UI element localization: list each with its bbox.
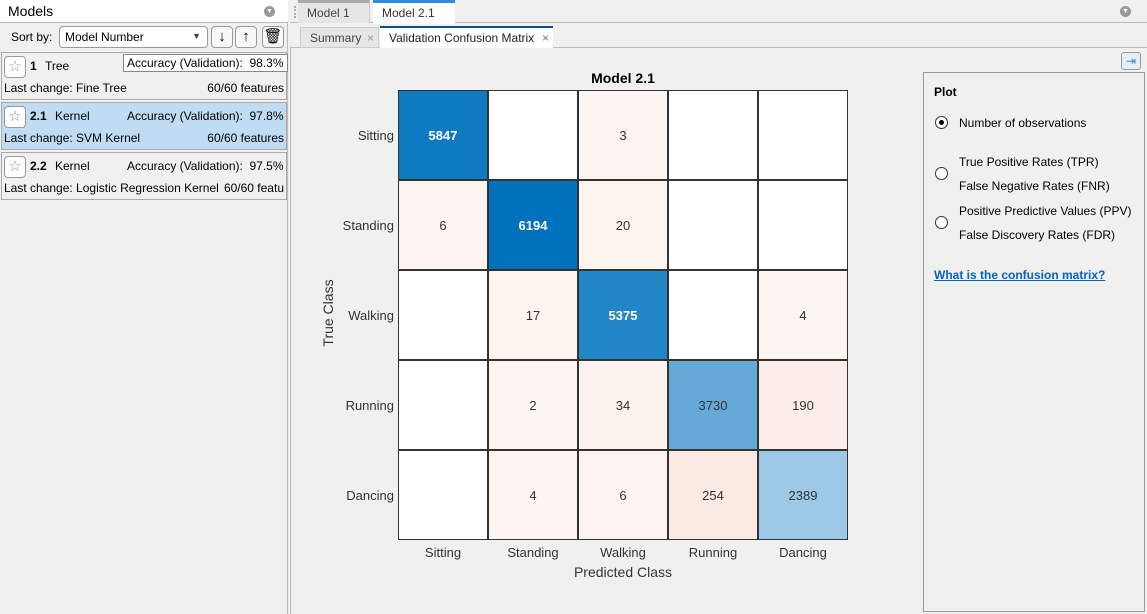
y-axis-label: True Class — [320, 279, 336, 347]
model-type: Tree — [45, 59, 70, 73]
tab-summary[interactable]: Summary × — [300, 27, 379, 48]
matrix-cell: 5847 — [398, 90, 488, 180]
model-last-change: Last change: Logistic Regression Kernel — [4, 181, 219, 195]
x-tick-label: Running — [688, 545, 738, 560]
model-last-change: Last change: SVM Kernel — [4, 131, 141, 145]
plot-options-panel: Plot Number of observations True Positive… — [923, 72, 1145, 612]
y-tick-label: Running — [345, 398, 394, 413]
matrix-cell: 3730 — [668, 360, 758, 450]
document-tabs: Model 1 Model 2.1 ▼ — [290, 0, 1147, 24]
x-tick-label: Dancing — [779, 545, 827, 560]
matrix-cell: 4 — [488, 450, 578, 540]
matrix-cell: 17 — [488, 270, 578, 360]
sort-ascending-button[interactable]: ↑ — [235, 26, 257, 48]
model-list-item[interactable]: ☆ 2.2 Kernel Accuracy (Validation): 97.5… — [1, 152, 287, 200]
models-panel: Models ▼ Sort by: Model Number ▼ ↓ ↑ 🗑 ☆ … — [0, 0, 288, 614]
sort-bar: Sort by: Model Number ▼ ↓ ↑ 🗑 — [0, 24, 288, 50]
matrix-cell: 4 — [758, 270, 848, 360]
y-tick-label: Sitting — [357, 128, 394, 143]
y-tick-label: Walking — [348, 308, 394, 323]
grip-icon — [294, 6, 297, 18]
x-tick-label: Standing — [507, 545, 559, 560]
tab-model-1[interactable]: Model 1 — [298, 0, 370, 23]
sort-label: Sort by: — [11, 30, 53, 44]
matrix-cell: 34 — [578, 360, 668, 450]
model-type: Kernel — [55, 109, 90, 123]
matrix-cell: 2 — [488, 360, 578, 450]
plot-option-radio[interactable] — [935, 116, 948, 129]
help-link[interactable]: What is the confusion matrix? — [934, 268, 1105, 282]
matrix-cell — [668, 270, 758, 360]
plot-option-radio[interactable] — [935, 216, 948, 229]
tab-label: Model 2.1 — [382, 6, 435, 20]
panel-menu-icon[interactable]: ▼ — [264, 6, 275, 17]
plot-option-radio[interactable] — [935, 167, 948, 180]
matrix-cell — [398, 360, 488, 450]
plot-option-label: Positive Predictive Values (PPV) — [959, 204, 1132, 218]
matrix-cell — [488, 90, 578, 180]
matrix-cell: 6194 — [488, 180, 578, 270]
tab-validation-confusion-matrix[interactable]: Validation Confusion Matrix × — [380, 26, 553, 49]
sort-select[interactable]: Model Number ▼ — [59, 26, 208, 48]
favorite-star-icon[interactable]: ☆ — [4, 156, 26, 178]
model-features: 60/60 featu — [223, 181, 284, 195]
matrix-cell — [668, 90, 758, 180]
collapse-panel-button[interactable]: ⇥ — [1121, 52, 1141, 70]
model-last-change: Last change: Fine Tree — [4, 81, 127, 95]
y-tick-label: Standing — [342, 218, 394, 233]
matrix-cell: 190 — [758, 360, 848, 450]
chevron-down-icon: ▼ — [192, 31, 201, 41]
matrix-cell — [398, 450, 488, 540]
tab-label: Validation Confusion Matrix — [389, 31, 535, 45]
tabs-menu-icon[interactable]: ▼ — [1120, 6, 1131, 17]
matrix-cell — [668, 180, 758, 270]
model-number: 2.2 — [30, 159, 47, 173]
trash-icon: 🗑 — [263, 28, 283, 45]
sort-descending-button[interactable]: ↓ — [211, 26, 233, 48]
x-tick-label: Walking — [600, 545, 646, 560]
matrix-cell: 254 — [668, 450, 758, 540]
model-list-item[interactable]: ☆ 1 Tree Accuracy (Validation): 98.3% La… — [1, 52, 288, 100]
model-type: Kernel — [55, 159, 90, 173]
matrix-cell — [398, 270, 488, 360]
model-number: 2.1 — [30, 109, 47, 123]
matrix-cell — [758, 180, 848, 270]
x-tick-label: Sitting — [424, 545, 462, 560]
plot-option-label: Number of observations — [959, 116, 1087, 130]
close-icon[interactable]: × — [367, 31, 374, 45]
close-icon[interactable]: × — [542, 31, 549, 45]
model-number: 1 — [30, 59, 37, 73]
models-title: Models — [8, 3, 54, 19]
y-tick-label: Dancing — [346, 488, 394, 503]
tab-model-2-1[interactable]: Model 2.1 — [373, 0, 455, 24]
matrix-cell: 2389 — [758, 450, 848, 540]
plot-title: Plot — [934, 85, 957, 99]
plot-option-label: False Discovery Rates (FDR) — [959, 228, 1116, 242]
sub-tabs: Summary × Validation Confusion Matrix × — [290, 24, 1147, 49]
model-features: 60/60 features — [207, 81, 284, 95]
tab-label: Model 1 — [307, 6, 350, 20]
matrix-cell: 3 — [578, 90, 668, 180]
x-axis-label: Predicted Class — [573, 564, 673, 580]
models-panel-header: Models ▼ — [0, 0, 288, 23]
matrix-cell: 6 — [398, 180, 488, 270]
model-accuracy: Accuracy (Validation): 98.3% — [123, 54, 288, 72]
delete-model-button[interactable]: 🗑 — [262, 26, 284, 48]
sort-value: Model Number — [65, 30, 144, 44]
matrix-cell: 20 — [578, 180, 668, 270]
favorite-star-icon[interactable]: ☆ — [4, 106, 26, 128]
arrow-right-bar-icon: ⇥ — [1125, 54, 1137, 68]
plot-option-label: True Positive Rates (TPR) — [959, 155, 1099, 169]
model-accuracy: Accuracy (Validation): 97.8% — [127, 109, 284, 123]
plot-option-label: False Negative Rates (FNR) — [959, 179, 1110, 193]
matrix-cell: 5375 — [578, 270, 668, 360]
matrix-cell: 6 — [578, 450, 668, 540]
favorite-star-icon[interactable]: ☆ — [4, 56, 26, 78]
chart-title: Model 2.1 — [591, 70, 655, 86]
model-list-item[interactable]: ☆ 2.1 Kernel Accuracy (Validation): 97.8… — [1, 102, 287, 150]
model-features: 60/60 features — [207, 131, 284, 145]
tab-label: Summary — [310, 31, 362, 45]
model-accuracy: Accuracy (Validation): 97.5% — [127, 159, 284, 173]
matrix-cell — [758, 90, 848, 180]
